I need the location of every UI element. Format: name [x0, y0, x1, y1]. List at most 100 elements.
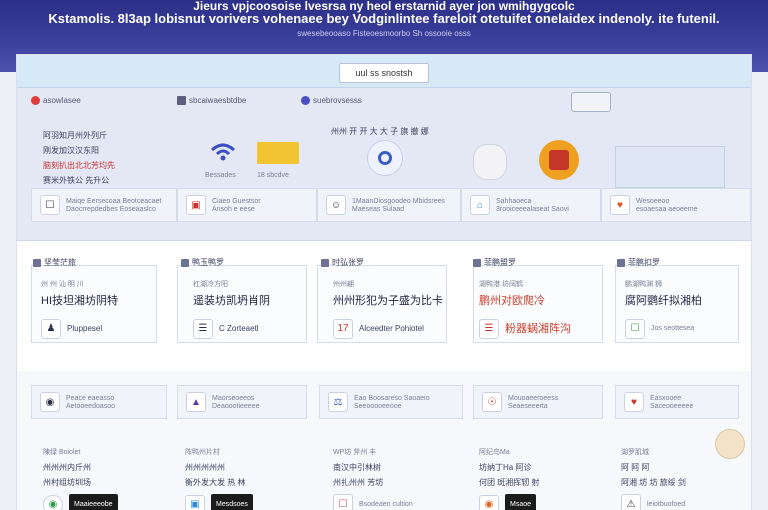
caption: Bessades: [205, 172, 236, 179]
card-title: 鹏州对欧爬冷: [479, 295, 545, 307]
tag-icon: [33, 258, 41, 267]
category-tab-3[interactable]: suebrovsesss: [301, 96, 362, 105]
more-row-3[interactable]: ⚖ Eao Boosareso Saoaeio Seeooooeeooe: [319, 385, 463, 419]
featured-row-3[interactable]: ☺ 1MaanDiosgoodeo Mbidsrees Maeseas Sulaa…: [317, 188, 461, 222]
chess-icon: ♟: [41, 319, 61, 339]
card-tag: Pluppesel: [67, 324, 103, 333]
menu-icon: ☰: [193, 319, 213, 339]
store-button[interactable]: Mesdsoes: [211, 494, 253, 510]
doc-icon: ☐: [333, 494, 353, 510]
featured-line: 赛米外铁公 先升公: [43, 176, 110, 185]
top-action-button[interactable]: uul ss snostsh: [339, 63, 429, 83]
card-line: 湖鸭港 坊阔鹤: [479, 281, 523, 288]
main-panel: uul ss snostsh asowlasee sbcaiwaesbtdbe …: [16, 54, 752, 510]
row-title: Maiqe Eersecoaa Beotceacaet: [66, 197, 162, 205]
featured-line: 刚发加汉汉东阳: [43, 146, 99, 155]
block-label: 湖罗肌城: [621, 449, 649, 456]
chat-icon: ◉: [43, 494, 63, 510]
card-body-5: 鹏湖鸭渊 狮 腐阿鹦纤拟湘柏 ☐ Jos seottesea: [625, 277, 702, 339]
card-header-2: 鸭玉鸭罗: [181, 257, 224, 268]
card-line: 鹏湖鸭渊 狮: [625, 281, 662, 288]
circle-icon: [367, 140, 403, 176]
store-link[interactable]: Bsodeaen cultion: [359, 497, 413, 510]
tag-icon: [181, 258, 189, 267]
target-icon: ◉: [40, 392, 60, 412]
row-sub: Daocrrepdedbes Eoseaaslco: [66, 205, 156, 213]
card-body-1: 州 州 汕 明 川 HI技坦湘坊阴特 ♟ Pluppesel: [41, 277, 118, 339]
block-line: 州村组坊圳场: [43, 478, 91, 487]
featured-row-5[interactable]: ♥ Wesoeeoo esoaesaa aeoeeme: [601, 188, 751, 222]
warning-icon: ⚠: [621, 494, 641, 510]
row-title: Mouoaeeroeess: [508, 394, 559, 402]
row-title: Peace eaeasso: [66, 394, 115, 402]
card-header-1: 坚莹茫旅: [33, 257, 76, 268]
featured-row-1[interactable]: ☐ Maiqe Eersecoaa Beotceacaet Daocrrepded…: [31, 188, 177, 222]
block-label: 陳绿 Boiolet: [43, 449, 81, 456]
row-title: Ciaeo Guestsor: [212, 197, 261, 205]
store-button[interactable]: Maaieeeobe: [69, 494, 118, 510]
store-link[interactable]: leiotbuofoed: [647, 497, 685, 510]
home-icon: ⌂: [470, 195, 490, 215]
card-line: 州州翩: [333, 281, 354, 288]
featured-row-4[interactable]: ⌂ Sahhaoeca 3rooiceeealaseat Saovi: [461, 188, 601, 222]
block-line: 阿 阿 阿: [621, 463, 650, 472]
featured-row-2[interactable]: ▣ Ciaeo Guestsor Ansoh e eese: [177, 188, 317, 222]
more-row-1[interactable]: ◉ Peace eaeasso Aetooeedoasoo: [31, 385, 167, 419]
card-line: 州 州 汕 明 川: [41, 281, 84, 288]
app-icon: ▣: [185, 494, 205, 510]
row-sub: Ansoh e eese: [212, 205, 255, 213]
grid-icon: [177, 96, 186, 105]
app-cards-section: 坚莹茫旅 鸭玉鸭罗 时弘张罗 菲鹏盟罗 菲鹏扣罗 州 州 汕 明 川 HI技坦湘…: [17, 241, 751, 371]
featured-line: 脑刻扒出北北芳均先: [43, 161, 115, 170]
row-sub: Maeseas Sulaad: [352, 205, 405, 213]
red-dot-icon: [31, 96, 40, 105]
hero-headline: Kstamolis. 8l3ap lobisnut vorivers vohen…: [48, 11, 720, 26]
featured-title: 州州 开 开 大 大 子 旗 撤 娜: [331, 127, 429, 136]
card-body-3: 州州翩 州州形犯为子盛为比卡 17 Alceedter Pohiotel: [333, 277, 443, 339]
card-header-5: 菲鹏扣罗: [617, 257, 660, 268]
more-row-5[interactable]: ♥ Easxooee Saceooeeeee: [615, 385, 739, 419]
featured-line: 阿羽知月州外列斤: [43, 131, 107, 140]
card-tag: 粉器蜗湘阵沟: [505, 323, 571, 335]
number-icon: 17: [333, 319, 353, 339]
row-title: Wesoeeoo: [636, 197, 670, 205]
card-header-label: 坚莹茫旅: [44, 258, 76, 267]
more-row-2[interactable]: ▲ Maorseoeeos Deaoootieeeee: [177, 385, 307, 419]
card-header-label: 鸭玉鸭罗: [192, 258, 224, 267]
row-sub: Deaoootieeeee: [212, 402, 260, 410]
card-tag: Alceedter Pohiotel: [359, 324, 424, 333]
card-header-label: 时弘张罗: [332, 258, 364, 267]
card-title: 州州形犯为子盛为比卡: [333, 295, 443, 307]
card-header-4: 菲鹏盟罗: [473, 257, 516, 268]
bottom-block-3: WP坊 斧州 丰 南汉中引林树 州扎州州 芳坊 ☐ Bsodeaen cultio…: [333, 445, 413, 510]
doc-icon: ☐: [625, 319, 645, 339]
server-illustration: [615, 146, 725, 188]
category-tab-1[interactable]: asowlasee: [31, 96, 81, 105]
row-title: Easxooee: [650, 394, 682, 402]
row-title: Sahhaoeca: [496, 197, 532, 205]
block-line: 阿湘 坊 坊 旅绥 剑: [621, 478, 686, 487]
row-title: Eao Boosareso Saoaeio: [354, 394, 430, 402]
block-line: 何团 斑湘挥轫 射: [479, 478, 540, 487]
wifi-logo-icon: [209, 142, 237, 162]
store-button[interactable]: Msaoe: [505, 494, 537, 510]
block-line: 衡外发大发 热 林: [185, 478, 246, 487]
heart-icon: ♥: [624, 392, 644, 412]
bottom-block-4: 阿纪鸟Ma 坊纳丁Ha 阿诊 何团 斑湘挥轫 射 ◉ Msaoe: [479, 445, 539, 510]
person-icon: ▲: [186, 392, 206, 412]
device-illustration: [571, 92, 611, 112]
app-icon: ◉: [479, 494, 499, 510]
card-tag: Jos seottesea: [651, 325, 695, 332]
row-sub: Seaeseeerta: [508, 402, 548, 410]
box-icon: ▣: [186, 195, 206, 215]
block-label: 阵鸭州片村: [185, 449, 220, 456]
robot-illustration: [539, 140, 579, 180]
more-row-4[interactable]: ☉ Mouoaeeroeess Seaeseeerta: [473, 385, 603, 419]
card-header-3: 时弘张罗: [321, 257, 364, 268]
card-title: 腐阿鹦纤拟湘柏: [625, 295, 702, 307]
block-line: 坊纳丁Ha 阿诊: [479, 463, 532, 472]
row-sub: Aetooeedoasoo: [66, 402, 116, 410]
panel-toolbar: uul ss snostsh: [17, 55, 751, 88]
bottom-block-1: 陳绿 Boiolet 州州州内斤州 州村组坊圳场 ◉ Maaieeeobe: [43, 445, 118, 510]
category-tab-2[interactable]: sbcaiwaesbtdbe: [177, 96, 246, 105]
